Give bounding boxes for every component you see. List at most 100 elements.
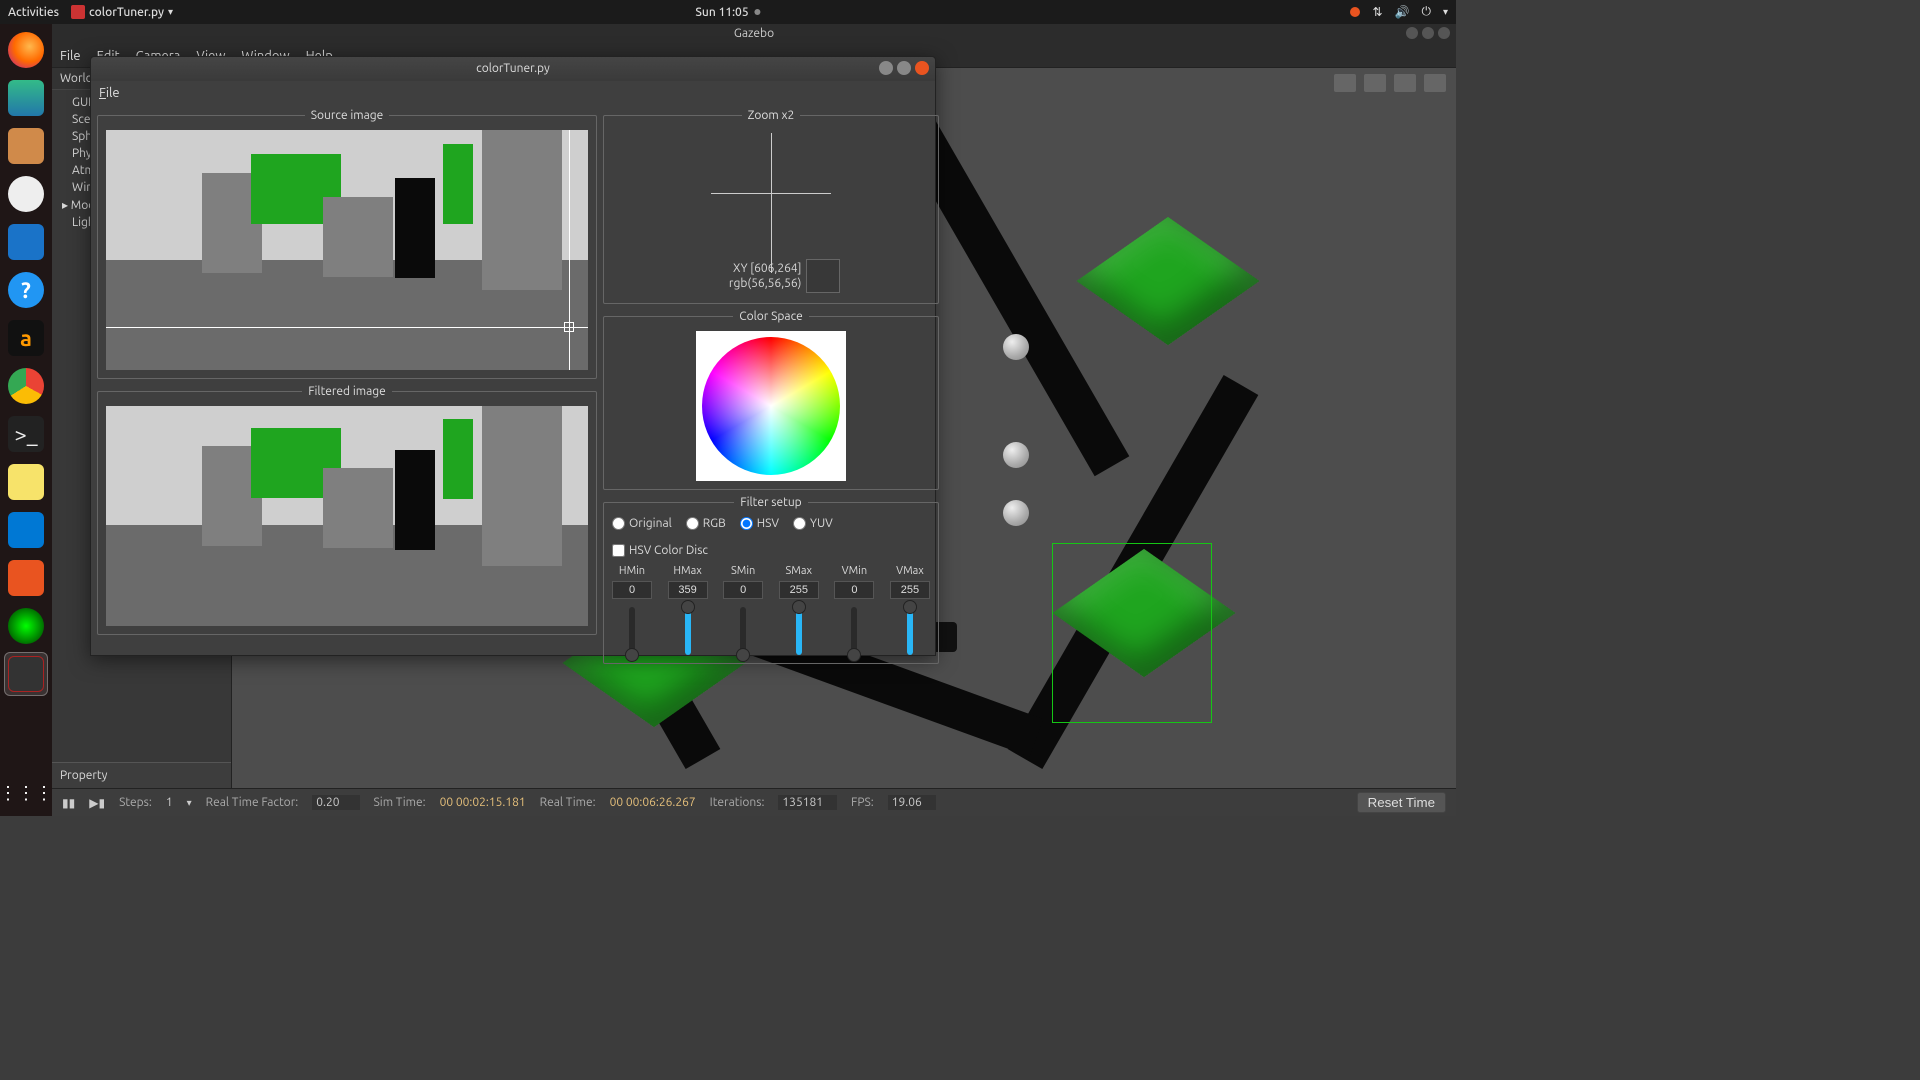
plot-icon[interactable] [1394, 74, 1416, 92]
recording-indicator-icon[interactable] [1350, 7, 1360, 17]
clock[interactable]: Sun 11:05 [695, 6, 760, 19]
steps-value[interactable]: 1 [166, 796, 173, 809]
slider-smin: SMin [723, 565, 763, 655]
reset-time-button[interactable]: Reset Time [1357, 792, 1446, 813]
pause-icon[interactable]: ▮▮ [62, 796, 75, 810]
slider-label: HMin [619, 565, 645, 577]
dock: ? a >_ ⋮⋮⋮ [0, 24, 52, 816]
maximize-button[interactable] [1422, 27, 1434, 39]
dock-files[interactable] [4, 124, 48, 168]
dock-rhythmbox[interactable] [4, 172, 48, 216]
filter-setup-group: Filter setup Original RGB HSV YUV HSV Co… [603, 496, 939, 664]
slider-track[interactable] [907, 607, 913, 655]
colortuner-menubar: File [91, 81, 935, 105]
dock-unknown2[interactable] [4, 604, 48, 648]
camera-icon[interactable] [1334, 74, 1356, 92]
close-button[interactable] [1438, 27, 1450, 39]
radio-label: Original [629, 517, 672, 530]
dock-amazon[interactable]: a [4, 316, 48, 360]
radio-rgb[interactable]: RGB [686, 517, 726, 530]
slider-label: SMin [731, 565, 755, 577]
menu-file[interactable]: File [99, 86, 120, 100]
rtf-value: 0.20 [312, 795, 359, 810]
dock-terminal[interactable]: >_ [4, 412, 48, 456]
filter-setup-label: Filter setup [734, 496, 807, 509]
app-indicator-label: colorTuner.py [89, 6, 164, 19]
radio-hsv[interactable]: HSV [740, 517, 779, 530]
dock-help[interactable]: ? [4, 268, 48, 312]
slider-hmin: HMin [612, 565, 652, 655]
slider-smax: SMax [779, 565, 819, 655]
log-icon[interactable] [1364, 74, 1386, 92]
slider-track[interactable] [740, 607, 746, 655]
record-icon[interactable] [1424, 74, 1446, 92]
dock-unknown1[interactable] [4, 556, 48, 600]
dock-chrome[interactable] [4, 364, 48, 408]
colortuner-title: colorTuner.py [476, 62, 550, 75]
app-icon [71, 5, 85, 19]
dock-firefox[interactable] [4, 28, 48, 72]
slider-label: SMax [786, 565, 813, 577]
slider-input[interactable] [834, 581, 874, 599]
disk-icon [8, 176, 44, 212]
slider-input[interactable] [890, 581, 930, 599]
activities-button[interactable]: Activities [8, 6, 59, 19]
fps-value: 19.06 [888, 795, 936, 810]
dock-colortuner[interactable] [4, 652, 48, 696]
help-icon: ? [8, 272, 44, 308]
radio-original[interactable]: Original [612, 517, 672, 530]
slider-track[interactable] [851, 607, 857, 655]
slider-track[interactable] [685, 607, 691, 655]
slider-track[interactable] [629, 607, 635, 655]
slider-input[interactable] [723, 581, 763, 599]
amazon-icon: a [8, 320, 44, 356]
step-icon[interactable]: ▶▮ [89, 796, 105, 810]
minimize-button[interactable] [1406, 27, 1418, 39]
app-indicator[interactable]: colorTuner.py ▾ [71, 5, 173, 19]
rtf-label: Real Time Factor: [206, 796, 299, 809]
slider-track[interactable] [796, 607, 802, 655]
checkbox-label: HSV Color Disc [629, 544, 708, 557]
source-image-view[interactable] [106, 130, 588, 370]
colortuner-icon [8, 656, 44, 692]
dock-vscode[interactable] [4, 508, 48, 552]
zoom-rgb-value: rgb(56,56,56) [729, 276, 802, 291]
terminal-icon: >_ [8, 416, 44, 452]
slider-vmin: VMin [834, 565, 874, 655]
slider-input[interactable] [668, 581, 708, 599]
radio-label: YUV [810, 517, 833, 530]
slider-input[interactable] [612, 581, 652, 599]
writer-icon [8, 224, 44, 260]
volume-icon[interactable]: 🔊 [1395, 5, 1410, 19]
lens-icon [8, 608, 44, 644]
gazebo-status-bar: ▮▮ ▶▮ Steps: 1▾ Real Time Factor: 0.20 S… [52, 788, 1456, 816]
iterations-label: Iterations: [710, 796, 765, 809]
zoom-xy-value: XY [606,264] [729, 261, 802, 276]
slider-input[interactable] [779, 581, 819, 599]
source-image-label: Source image [305, 109, 390, 122]
menu-file[interactable]: File [60, 49, 81, 63]
dock-notes[interactable] [4, 460, 48, 504]
simtime-label: Sim Time: [374, 796, 426, 809]
colortuner-titlebar[interactable]: colorTuner.py [91, 57, 935, 81]
color-wheel[interactable] [696, 331, 846, 481]
radio-yuv[interactable]: YUV [793, 517, 833, 530]
slider-label: VMin [842, 565, 868, 577]
checkbox-hsv-disc[interactable]: HSV Color Disc [612, 544, 708, 557]
radio-label: HSV [757, 517, 779, 530]
minimize-button[interactable] [879, 61, 893, 75]
network-icon[interactable]: ⇅ [1372, 5, 1382, 19]
dock-thunderbird[interactable] [4, 76, 48, 120]
close-button[interactable] [915, 61, 929, 75]
dock-writer[interactable] [4, 220, 48, 264]
maximize-button[interactable] [897, 61, 911, 75]
filtered-image-view[interactable] [106, 406, 588, 626]
power-icon[interactable]: ⏻ [1421, 5, 1431, 19]
notes-icon [8, 464, 44, 500]
files-icon [8, 128, 44, 164]
property-panel-header: Property [52, 762, 231, 788]
show-apps-button[interactable]: ⋮⋮⋮ [0, 783, 53, 804]
zoom-group: Zoom x2 XY [606,264] rgb(56,56,56) [603, 109, 939, 304]
slider-vmax: VMax [890, 565, 930, 655]
notification-dot-icon [755, 9, 761, 15]
